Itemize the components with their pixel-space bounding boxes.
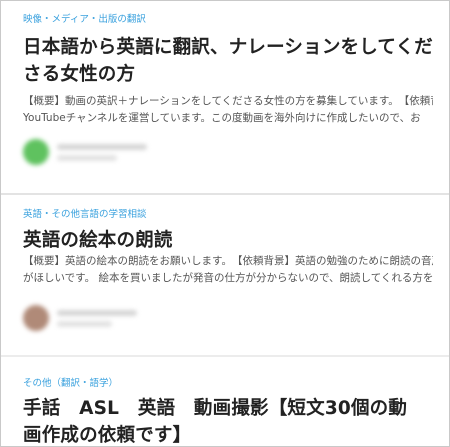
avatar[interactable]	[23, 305, 49, 331]
job-list-panel: 映像・メディア・出版の翻訳 日本語から英語に翻訳、ナレーションをしてくださる女性…	[0, 0, 450, 447]
job-description-line-2: YouTubeチャンネルを運営しています。この度動画を海外向けに作成したいので、…	[23, 112, 421, 124]
job-title[interactable]: 手話 ASL 英語 動画撮影【短文30個の動画作成の依頼です】	[23, 395, 423, 446]
job-description-line-2: がほしいです。 絵本を買いましたが発音の仕方が分からないので、朗読してくれる方を…	[23, 272, 433, 284]
job-category[interactable]: その他（翻訳・語学）	[23, 378, 118, 390]
job-card-2[interactable]: 英語・その他言語の学習相談 英語の絵本の朗読 【概要】英語の絵本の朗読をお願いし…	[1, 195, 449, 355]
job-description-line-1: 【概要】動画の英訳＋ナレーションをしてくださる女性の方を募集しています。 【依頼…	[23, 95, 433, 107]
job-category[interactable]: 映像・メディア・出版の翻訳	[23, 14, 146, 26]
job-description-line-1: 【概要】英語の絵本の朗読をお願いします。 【依頼背景】英語の勉強のために朗読の音…	[23, 255, 433, 267]
avatar[interactable]	[23, 139, 49, 165]
job-title[interactable]: 日本語から英語に翻訳、ナレーションをしてくださる女性の方	[23, 34, 433, 88]
client-name-blurred	[57, 143, 147, 161]
client-info[interactable]	[23, 139, 147, 165]
job-card-3[interactable]: その他（翻訳・語学） 手話 ASL 英語 動画撮影【短文30個の動画作成の依頼で…	[1, 357, 449, 446]
job-card-1[interactable]: 映像・メディア・出版の翻訳 日本語から英語に翻訳、ナレーションをしてくださる女性…	[1, 1, 449, 193]
job-category[interactable]: 英語・その他言語の学習相談	[23, 209, 147, 221]
client-name-blurred	[57, 309, 137, 327]
job-title[interactable]: 英語の絵本の朗読	[23, 227, 433, 254]
client-info[interactable]	[23, 305, 137, 331]
